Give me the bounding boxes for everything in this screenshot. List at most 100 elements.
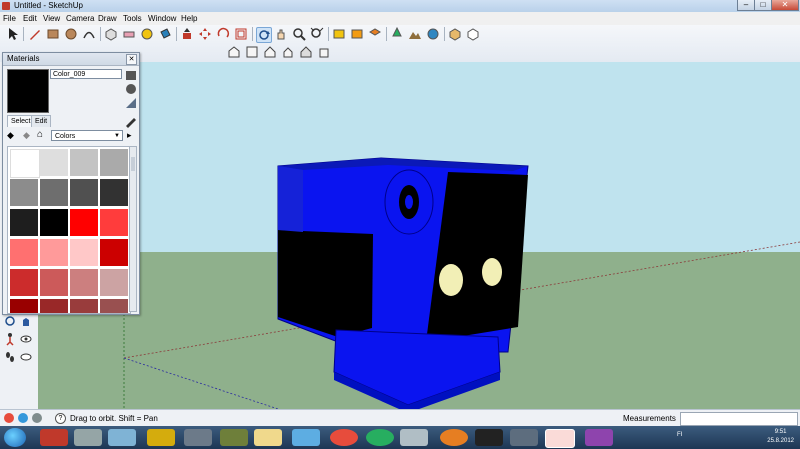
preview-google-earth-icon[interactable] [426, 27, 440, 41]
back-view-icon[interactable] [299, 45, 313, 59]
line-pencil-icon[interactable] [28, 27, 42, 41]
toggle-terrain-icon[interactable] [408, 27, 422, 41]
move-icon[interactable] [198, 27, 212, 41]
start-button-icon[interactable] [4, 428, 26, 447]
arc-icon[interactable] [82, 27, 96, 41]
taskbar-tractor-icon[interactable] [184, 429, 212, 446]
system-clock[interactable]: 9:51 25.8.2012 [767, 428, 794, 446]
language-indicator[interactable]: FI [677, 432, 682, 438]
circle-icon[interactable] [64, 27, 78, 41]
close-button[interactable]: ✕ [771, 0, 799, 11]
material-swatch[interactable] [40, 299, 68, 313]
back-arrow-icon[interactable]: ◆ [7, 130, 14, 141]
footprints-icon[interactable] [3, 350, 17, 364]
material-swatch[interactable] [40, 209, 68, 236]
menu-camera[interactable]: Camera [66, 12, 94, 25]
material-swatch[interactable] [10, 179, 38, 206]
make-component-icon[interactable] [104, 27, 118, 41]
menu-edit[interactable]: Edit [23, 12, 37, 25]
look-around-icon[interactable] [19, 332, 33, 346]
measurements-field[interactable] [680, 412, 798, 426]
left-view-icon[interactable] [317, 45, 331, 59]
taskbar-app-13-icon[interactable] [475, 429, 503, 446]
pan-hand-icon[interactable] [274, 27, 288, 41]
forward-arrow-icon[interactable]: ◆ [23, 130, 30, 141]
material-swatch[interactable] [40, 149, 68, 176]
home-icon[interactable]: ⌂ [37, 129, 43, 140]
taskbar-app-16-icon[interactable] [585, 429, 613, 446]
material-swatch[interactable] [10, 269, 38, 296]
taskbar-app-14-icon[interactable] [510, 429, 538, 446]
menu-file[interactable]: File [3, 12, 16, 25]
front-view-icon[interactable] [263, 45, 277, 59]
create-material-icon[interactable] [124, 68, 136, 80]
menu-draw[interactable]: Draw [98, 12, 117, 25]
rectangle-icon[interactable] [46, 27, 60, 41]
material-swatch[interactable] [100, 149, 128, 176]
material-swatch[interactable] [100, 209, 128, 236]
swatch-scrollbar[interactable] [129, 146, 137, 312]
add-location-icon[interactable] [390, 27, 404, 41]
taskbar-explorer-icon[interactable] [254, 429, 282, 446]
material-swatch[interactable] [100, 239, 128, 266]
material-swatch[interactable] [70, 269, 98, 296]
display-secondary-pane-icon[interactable] [124, 96, 136, 108]
right-view-icon[interactable] [281, 45, 295, 59]
minimize-button[interactable]: – [737, 0, 755, 11]
material-swatch[interactable] [70, 209, 98, 236]
user-icon[interactable] [32, 413, 42, 423]
material-swatch[interactable] [10, 209, 38, 236]
collection-dropdown[interactable]: Colors ▼ [51, 130, 123, 141]
material-swatch[interactable] [100, 299, 128, 313]
taskbar-app-1-icon[interactable] [40, 429, 68, 446]
material-swatch[interactable] [40, 239, 68, 266]
taskbar-app-6-icon[interactable] [220, 429, 248, 446]
default-material-icon[interactable] [124, 82, 136, 94]
maximize-button[interactable]: □ [754, 0, 772, 11]
tab-edit[interactable]: Edit [31, 115, 52, 127]
material-swatch[interactable] [10, 239, 38, 266]
material-swatch[interactable] [10, 299, 38, 313]
iso-view-icon[interactable] [227, 45, 241, 59]
tape-measure-icon[interactable] [140, 27, 154, 41]
push-pull-icon[interactable] [180, 27, 194, 41]
material-swatch[interactable] [100, 179, 128, 206]
materials-close-icon[interactable]: ✕ [126, 54, 137, 65]
material-swatch[interactable] [70, 239, 98, 266]
material-swatch[interactable] [100, 269, 128, 296]
taskbar-calculator-icon[interactable] [74, 429, 102, 446]
rotate-icon[interactable] [216, 27, 230, 41]
material-name-field[interactable]: Color_009 [50, 69, 122, 79]
taskbar-app-11-icon[interactable] [400, 429, 428, 446]
credits-icon[interactable] [18, 413, 28, 423]
material-swatch[interactable] [40, 179, 68, 206]
zoom-extents-icon[interactable] [310, 27, 324, 41]
orbit-icon[interactable] [256, 27, 272, 43]
material-swatch[interactable] [70, 149, 98, 176]
walk-icon[interactable] [3, 332, 17, 346]
geo-location-icon[interactable] [4, 413, 14, 423]
top-view-icon[interactable] [245, 45, 259, 59]
menu-window[interactable]: Window [148, 12, 176, 25]
taskbar-app-3-icon[interactable] [108, 429, 136, 446]
taskbar-app-10-icon[interactable] [366, 429, 394, 446]
material-swatch[interactable] [70, 179, 98, 206]
3d-viewport[interactable] [38, 62, 800, 409]
menu-tools[interactable]: Tools [123, 12, 142, 25]
taskbar-opera-icon[interactable] [330, 429, 358, 446]
sample-paint-icon[interactable] [124, 114, 136, 128]
zoom-icon[interactable] [292, 27, 306, 41]
eraser-icon[interactable] [122, 27, 136, 41]
material-swatch[interactable] [40, 269, 68, 296]
taskbar-sketchup-icon[interactable] [545, 429, 575, 448]
material-swatch[interactable] [70, 299, 98, 313]
material-swatch[interactable] [10, 149, 40, 178]
share-component-icon[interactable] [368, 27, 382, 41]
pan-tool-icon[interactable] [19, 314, 33, 328]
details-arrow-icon[interactable]: ▸ [127, 130, 132, 141]
taskbar-blender-icon[interactable] [440, 429, 468, 446]
position-camera-icon[interactable] [19, 350, 33, 364]
select-arrow-icon[interactable] [6, 27, 20, 41]
extension-warehouse-icon[interactable] [466, 27, 480, 41]
orbit-tool-icon[interactable] [3, 314, 17, 328]
